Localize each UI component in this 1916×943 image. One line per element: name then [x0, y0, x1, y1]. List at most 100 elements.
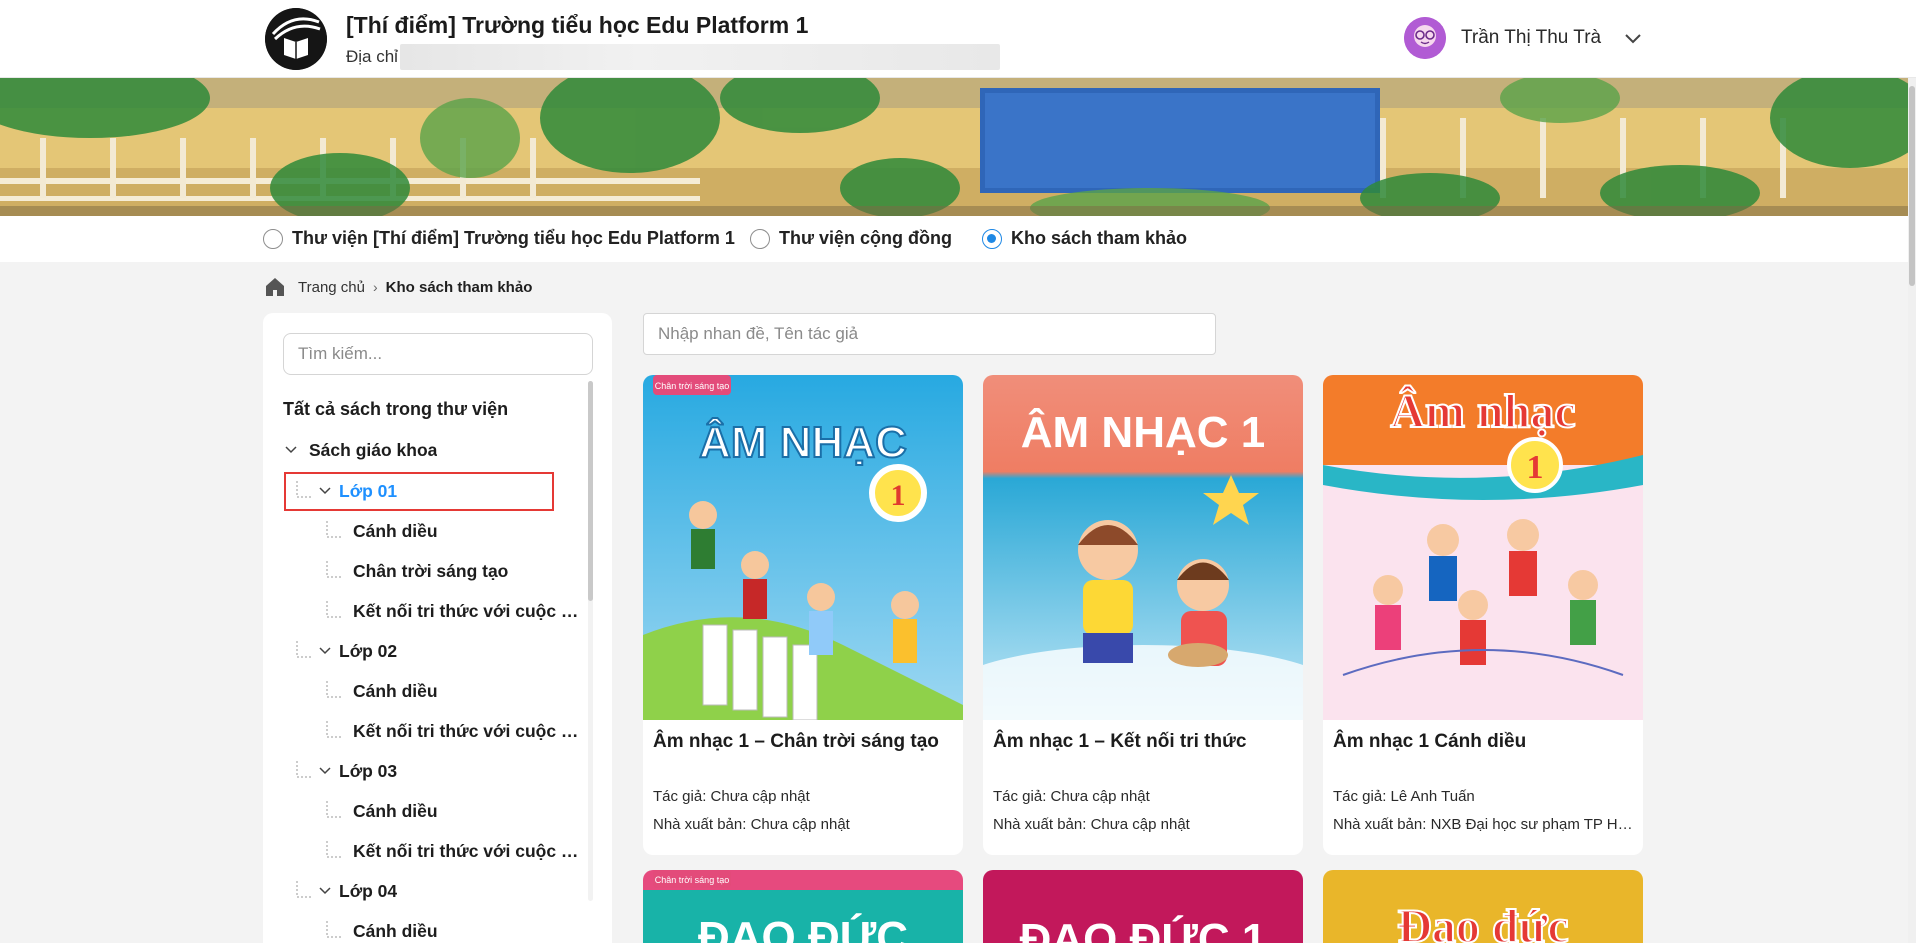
book-cover[interactable]: Chân trời sáng tạo ÂM NHẠC 1: [643, 375, 963, 720]
book-card-partial[interactable]: Chân trời sáng tạo ĐẠO ĐỨC: [643, 870, 963, 943]
tree-line-icon: [326, 601, 343, 618]
home-icon[interactable]: [264, 276, 286, 298]
tree-node-leaf[interactable]: Kết nối tri thức với cuộc s...: [323, 596, 583, 626]
radio-school-library[interactable]: Thư viện [Thí điểm] Trường tiểu học Edu …: [263, 228, 735, 249]
tree-line-icon: [296, 641, 313, 658]
chevron-right-icon: ›: [372, 279, 378, 295]
chevron-down-icon[interactable]: [283, 442, 299, 458]
tree-node-leaf[interactable]: Chân trời sáng tạo: [323, 556, 508, 586]
cover-title: ÂM NHẠC: [699, 417, 907, 467]
book-title[interactable]: Âm nhạc 1 Cánh diều: [1333, 731, 1526, 753]
tree-line-icon: [326, 681, 343, 698]
tree-node-label: Cánh diều: [353, 520, 438, 541]
tree-node-label: Cánh diều: [353, 920, 438, 941]
tree-node-label: Kết nối tri thức với cuộc s...: [353, 840, 583, 861]
breadcrumb-current: Kho sách tham khảo: [385, 278, 533, 296]
tree-node-label: Kết nối tri thức với cuộc s...: [353, 720, 583, 741]
library-selector: Thư viện [Thí điểm] Trường tiểu học Edu …: [0, 216, 1908, 262]
page-scrollbar-thumb[interactable]: [1909, 86, 1915, 286]
tree-node-label: Lớp 03: [339, 760, 398, 781]
school-logo-icon[interactable]: [265, 8, 327, 70]
school-banner: [0, 78, 1908, 216]
cover-title: ÂM NHẠC 1: [1021, 407, 1265, 457]
cover-title: ĐẠO ĐỨC 1: [1020, 914, 1267, 943]
series-badge: Chân trời sáng tạo: [655, 381, 729, 391]
book-author: Tác giả: Lê Anh Tuấn: [1333, 788, 1475, 805]
tree-node-grade-1[interactable]: Lớp 01: [293, 476, 397, 506]
book-card-partial[interactable]: ĐẠO ĐỨC 1: [983, 870, 1303, 943]
chevron-down-icon[interactable]: [317, 643, 333, 659]
book-author: Tác giả: Chưa cập nhật: [993, 788, 1150, 805]
tree-line-icon: [326, 561, 343, 578]
tree-line-icon: [326, 521, 343, 538]
radio-button-selected[interactable]: [982, 228, 1002, 249]
tree-line-icon: [296, 881, 313, 898]
book-card-partial[interactable]: Đạo đức: [1323, 870, 1643, 943]
user-menu[interactable]: Trần Thị Thu Trà: [1404, 17, 1643, 59]
book-publisher: Nhà xuất bản: Chưa cập nhật: [993, 816, 1190, 833]
tree-node-leaf[interactable]: Cánh diều: [323, 676, 438, 706]
book-search-input[interactable]: [643, 313, 1216, 355]
book-author: Tác giả: Chưa cập nhật: [653, 788, 810, 805]
tree-line-icon: [326, 801, 343, 818]
tree-node-leaf[interactable]: Cánh diều: [323, 796, 438, 826]
radio-reference-books[interactable]: Kho sách tham khảo: [982, 228, 1187, 249]
book-title[interactable]: Âm nhạc 1 – Chân trời sáng tạo: [653, 731, 939, 753]
book-title[interactable]: Âm nhạc 1 – Kết nối tri thức: [993, 731, 1246, 753]
chevron-down-icon[interactable]: [317, 763, 333, 779]
tree-node-leaf[interactable]: Kết nối tri thức với cuộc s...: [323, 836, 583, 866]
user-avatar[interactable]: [1404, 17, 1446, 59]
book-publisher: Nhà xuất bản: Chưa cập nhật: [653, 816, 850, 833]
tree-node-label: Lớp 02: [339, 640, 398, 661]
tree-line-icon: [296, 481, 313, 498]
tree-node-grade-2[interactable]: Lớp 02: [293, 636, 397, 666]
tree-root-all-books[interactable]: Tất cả sách trong thư viện: [283, 399, 508, 420]
tree-node-grade-4[interactable]: Lớp 04: [293, 876, 397, 906]
tree-scrollbar[interactable]: [588, 381, 593, 901]
chevron-down-icon[interactable]: [1623, 28, 1643, 48]
book-cover[interactable]: ÂM NHẠC 1: [983, 375, 1303, 720]
school-name: [Thí điểm] Trường tiểu học Edu Platform …: [346, 12, 809, 38]
address-redacted: [399, 44, 1000, 70]
tree-node-grade-3[interactable]: Lớp 03: [293, 756, 397, 786]
category-tree-panel: Tất cả sách trong thư viện Sách giáo kho…: [263, 313, 612, 943]
radio-community-library[interactable]: Thư viện cộng đồng: [750, 228, 952, 249]
cover-number: 1: [891, 479, 906, 512]
tree-node-leaf[interactable]: Kết nối tri thức với cuộc s...: [323, 716, 583, 746]
tree-node-label: Chân trời sáng tạo: [353, 560, 509, 581]
chevron-down-icon[interactable]: [317, 883, 333, 899]
tree-node-leaf[interactable]: Cánh diều: [323, 516, 438, 546]
series-badge: Chân trời sáng tạo: [655, 875, 729, 885]
book-card[interactable]: Âm nhạc 1 Âm nhạc 1 Cánh diều Tác giả: L…: [1323, 375, 1643, 855]
book-card[interactable]: ÂM NHẠC 1 Âm nhạc 1 – Kết nối tri thức T…: [983, 375, 1303, 855]
tree-node-label: Lớp 04: [339, 880, 398, 901]
tree-scrollbar-thumb[interactable]: [588, 381, 593, 601]
radio-label: Thư viện cộng đồng: [779, 228, 953, 248]
tree-line-icon: [326, 841, 343, 858]
tree-line-icon: [296, 761, 313, 778]
breadcrumb-home[interactable]: Trang chủ: [298, 279, 365, 296]
book-cover[interactable]: Âm nhạc 1: [1323, 375, 1643, 720]
book-publisher: Nhà xuất bản: NXB Đại học sư phạm TP Hồ.…: [1333, 816, 1633, 833]
tree-node-label: Lớp 01: [339, 480, 398, 501]
tree-line-icon: [326, 721, 343, 738]
cover-title: Đạo đức: [1397, 900, 1568, 943]
book-card[interactable]: Chân trời sáng tạo ÂM NHẠC 1 Âm nhạc 1 –…: [643, 375, 963, 855]
breadcrumb: Trang chủ › Kho sách tham khảo: [264, 276, 532, 298]
radio-button[interactable]: [750, 228, 770, 249]
user-name: Trần Thị Thu Trà: [1461, 27, 1602, 48]
radio-label: Kho sách tham khảo: [1011, 228, 1188, 248]
tree-search-input[interactable]: [283, 333, 593, 375]
radio-button[interactable]: [263, 228, 283, 249]
tree-node-label: Cánh diều: [353, 800, 438, 821]
tree-node-label: Cánh diều: [353, 680, 438, 701]
chevron-down-icon[interactable]: [317, 483, 333, 499]
tree-line-icon: [326, 921, 343, 938]
school-address: Địa chỉ: [346, 44, 1000, 70]
page-scrollbar[interactable]: [1908, 78, 1916, 943]
tree-node-label: Sách giáo khoa: [309, 439, 438, 460]
tree-node-leaf[interactable]: Cánh diều: [323, 916, 438, 943]
top-header: [Thí điểm] Trường tiểu học Edu Platform …: [0, 0, 1916, 78]
cover-title: Âm nhạc: [1390, 384, 1575, 438]
tree-node-textbooks[interactable]: Sách giáo khoa: [283, 435, 437, 465]
